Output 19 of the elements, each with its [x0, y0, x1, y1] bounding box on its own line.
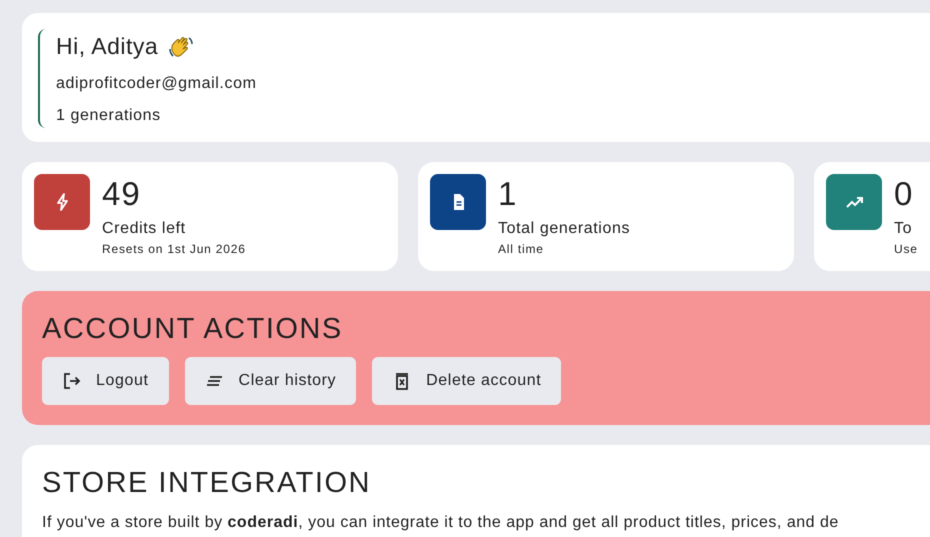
- greeting-text: Hi, Aditya: [56, 32, 158, 61]
- section-title: STORE INTEGRATION: [42, 466, 372, 500]
- email-text: adiprofitcoder@gmail.com: [56, 74, 258, 94]
- stat-label: To: [894, 218, 914, 238]
- stat-label: Total generations: [498, 218, 630, 238]
- delete-account-button[interactable]: Delete account: [372, 356, 562, 404]
- stat-value: 0: [894, 174, 914, 214]
- stat-value: 49: [102, 174, 142, 214]
- stat-note: All time: [498, 240, 545, 258]
- section-title: ACCOUNT ACTIONS: [42, 312, 344, 346]
- stat-label: Credits left: [102, 218, 187, 238]
- stat-note: Resets on 1st Jun 2026: [102, 240, 246, 258]
- logout-icon: [62, 370, 82, 390]
- stat-value: 1: [498, 174, 518, 214]
- generations-count: 1 generations: [56, 106, 162, 126]
- logout-button[interactable]: Logout: [42, 356, 169, 404]
- clear-history-button[interactable]: Clear history: [184, 356, 356, 404]
- description-text: If you've a store built by coderadi, you can integrate it to the app and get all product titles, prices, and de: [42, 512, 840, 532]
- stat-note: Use: [894, 240, 918, 258]
